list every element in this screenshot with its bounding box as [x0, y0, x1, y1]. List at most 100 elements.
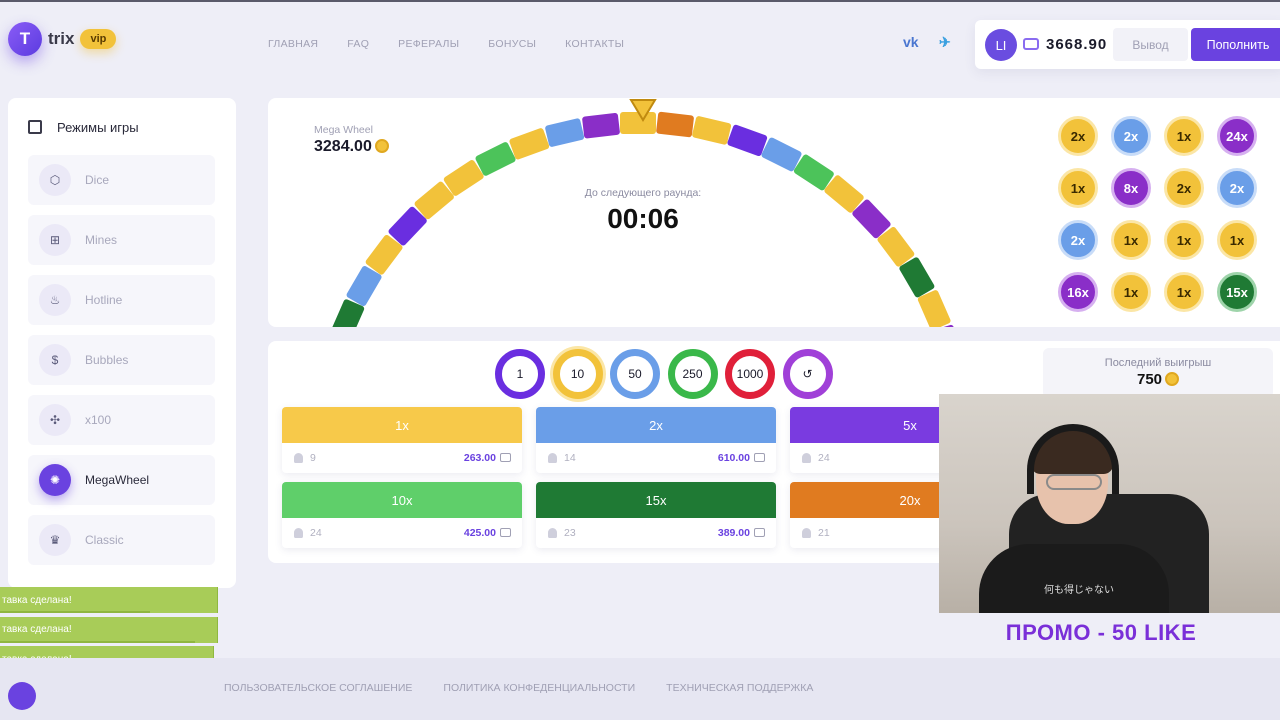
wallet-icon [754, 453, 765, 462]
sidebar-item-label: Bubbles [85, 353, 129, 367]
wheel-segment [545, 118, 585, 147]
history-result: 24x [1217, 116, 1257, 156]
history-result: 8x [1111, 168, 1151, 208]
wheel-segment [727, 124, 768, 157]
top-divider [0, 0, 1280, 2]
sidebar-item-label: Hotline [85, 293, 123, 307]
history-result: 1x [1058, 168, 1098, 208]
toast-progress [0, 611, 150, 613]
history-result: 1x [1164, 220, 1204, 260]
game-name: Mega Wheel [314, 124, 373, 136]
history-result: 1x [1164, 116, 1204, 156]
vip-badge: vip [80, 29, 117, 49]
bet-card-1x: 1x 9 263.00 [282, 407, 522, 473]
sidebar-item-classic[interactable]: ♛ Classic [28, 515, 215, 565]
history-result: 2x [1217, 168, 1257, 208]
withdraw-button[interactable]: Вывод [1113, 28, 1188, 61]
bet-placed-toast[interactable]: тавка сделана! [0, 616, 218, 643]
flame-icon: ♨ [39, 284, 71, 316]
user-icon [294, 528, 303, 538]
history-result: 2x [1164, 168, 1204, 208]
chip-250[interactable]: 250 [667, 349, 718, 399]
list-icon [28, 120, 42, 134]
sidebar-item-mines[interactable]: ⊞ Mines [28, 215, 215, 265]
chip-1000[interactable]: 1000 [725, 349, 775, 399]
logo[interactable]: T trix vip [8, 22, 117, 56]
bet-sum: 425.00 [463, 527, 496, 539]
footer-support-link[interactable]: ТЕХНИЧЕСКАЯ ПОДДЕРЖКА [666, 682, 813, 694]
game-bank: 3284.00 [314, 138, 389, 156]
trophy-icon: ♛ [39, 524, 71, 556]
bet-meta: 24 425.00 [282, 518, 522, 548]
wallet-icon [1023, 38, 1039, 50]
sidebar-item-dice[interactable]: ⬡ Dice [28, 155, 215, 205]
webcam-overlay: 何も得じゃない [939, 394, 1280, 613]
last-win-label: Последний выигрыш [1104, 357, 1212, 369]
sidebar-title: Режимы игры [57, 120, 139, 135]
footer-logo[interactable] [8, 682, 36, 710]
history-result: 1x [1111, 220, 1151, 260]
player-count: 23 [564, 527, 576, 539]
player-count: 9 [310, 452, 316, 464]
wallet-icon [754, 528, 765, 537]
coin-icon [374, 139, 389, 153]
sidebar-item-hotline[interactable]: ♨ Hotline [28, 275, 215, 325]
deposit-button[interactable]: Пополнить [1191, 28, 1280, 61]
bet-meta: 23 389.00 [536, 518, 776, 548]
history-result: 1x [1164, 272, 1204, 312]
telegram-icon[interactable]: ✈ [939, 34, 951, 51]
bet-button-10x[interactable]: 10x [282, 482, 522, 518]
avatar[interactable]: LI [985, 29, 1017, 61]
footer-terms-link[interactable]: ПОЛЬЗОВАТЕЛЬСКОЕ СОГЛАШЕНИЕ [224, 682, 412, 694]
coin-icon [1165, 372, 1180, 386]
nav-bonuses[interactable]: БОНУСЫ [488, 38, 536, 50]
toast-text: тавка сделана! [2, 624, 72, 635]
toast-text: тавка сделана! [2, 594, 72, 606]
chip-1[interactable]: 1 [495, 349, 545, 399]
wallet-icon [500, 528, 511, 537]
nav-faq[interactable]: FAQ [347, 38, 369, 50]
history-result: 1x [1217, 220, 1257, 260]
bet-placed-toast[interactable]: тавка сделана! [0, 587, 218, 613]
glasses [1046, 474, 1102, 490]
nav-referrals[interactable]: РЕФЕРАЛЫ [398, 38, 459, 50]
nav-contacts[interactable]: КОНТАКТЫ [565, 38, 624, 50]
footer-privacy-link[interactable]: ПОЛИТИКА КОНФЕДЕНЦИАЛЬНОСТИ [443, 682, 635, 694]
chip-50[interactable]: 50 [610, 349, 660, 399]
sidebar-item-label: Classic [85, 533, 124, 547]
sidebar-item-x100[interactable]: ✣ x100 [28, 395, 215, 445]
balance-value: 3668.90 [1046, 36, 1108, 53]
sidebar-item-label: Mines [85, 233, 118, 247]
bet-button-2x[interactable]: 2x [536, 407, 776, 443]
player-count: 24 [818, 452, 830, 464]
result-history: 2x 2x 1x 24x 1x 8x 2x 2x 2x 1x 1x 1x 16x 1x 1x 15x [1058, 116, 1268, 312]
sidebar-item-megawheel[interactable]: ✺ MegaWheel [28, 455, 215, 505]
promo-text: ПРОМО - 50 LIKE [1005, 620, 1197, 645]
bet-sum: 610.00 [717, 452, 750, 464]
round-timer: 00:06 [607, 203, 679, 234]
grid-icon: ⊞ [39, 224, 71, 256]
bet-button-1x[interactable]: 1x [282, 407, 522, 443]
sidebar-item-label: MegaWheel [85, 473, 150, 487]
logo-text: trix [48, 29, 75, 48]
user-icon [548, 528, 557, 538]
nav-home[interactable]: ГЛАВНАЯ [268, 38, 318, 50]
wheel-icon: ✺ [39, 464, 71, 496]
bet-button-15x[interactable]: 15x [536, 482, 776, 518]
reset-chip-button[interactable]: ↺ [782, 349, 833, 399]
player-count: 24 [310, 527, 322, 539]
game-bank-value: 3284.00 [314, 138, 372, 155]
shirt-text: 何も得じゃない [1044, 585, 1114, 596]
user-icon [548, 453, 557, 463]
wheel-segment [582, 112, 620, 139]
vk-icon[interactable]: vk [903, 34, 919, 50]
last-win-value-row: 750 [1043, 371, 1273, 388]
sidebar-item-bubbles[interactable]: $ Bubbles [28, 335, 215, 385]
game-modes-sidebar: Режимы игры ⬡ Dice ⊞ Mines ♨ Hotline $ Bubbles ✣… [8, 98, 236, 588]
bet-meta: 9 263.00 [282, 443, 522, 473]
history-result: 15x [1217, 272, 1257, 312]
wheel-panel: Mega Wheel 3284.00 До следующего раунда:… [268, 98, 1280, 327]
chip-10[interactable]: 10 [552, 349, 603, 399]
wheel-segment [692, 116, 732, 145]
footer: ПОЛЬЗОВАТЕЛЬСКОЕ СОГЛАШЕНИЕ ПОЛИТИКА КОН… [0, 658, 1280, 720]
